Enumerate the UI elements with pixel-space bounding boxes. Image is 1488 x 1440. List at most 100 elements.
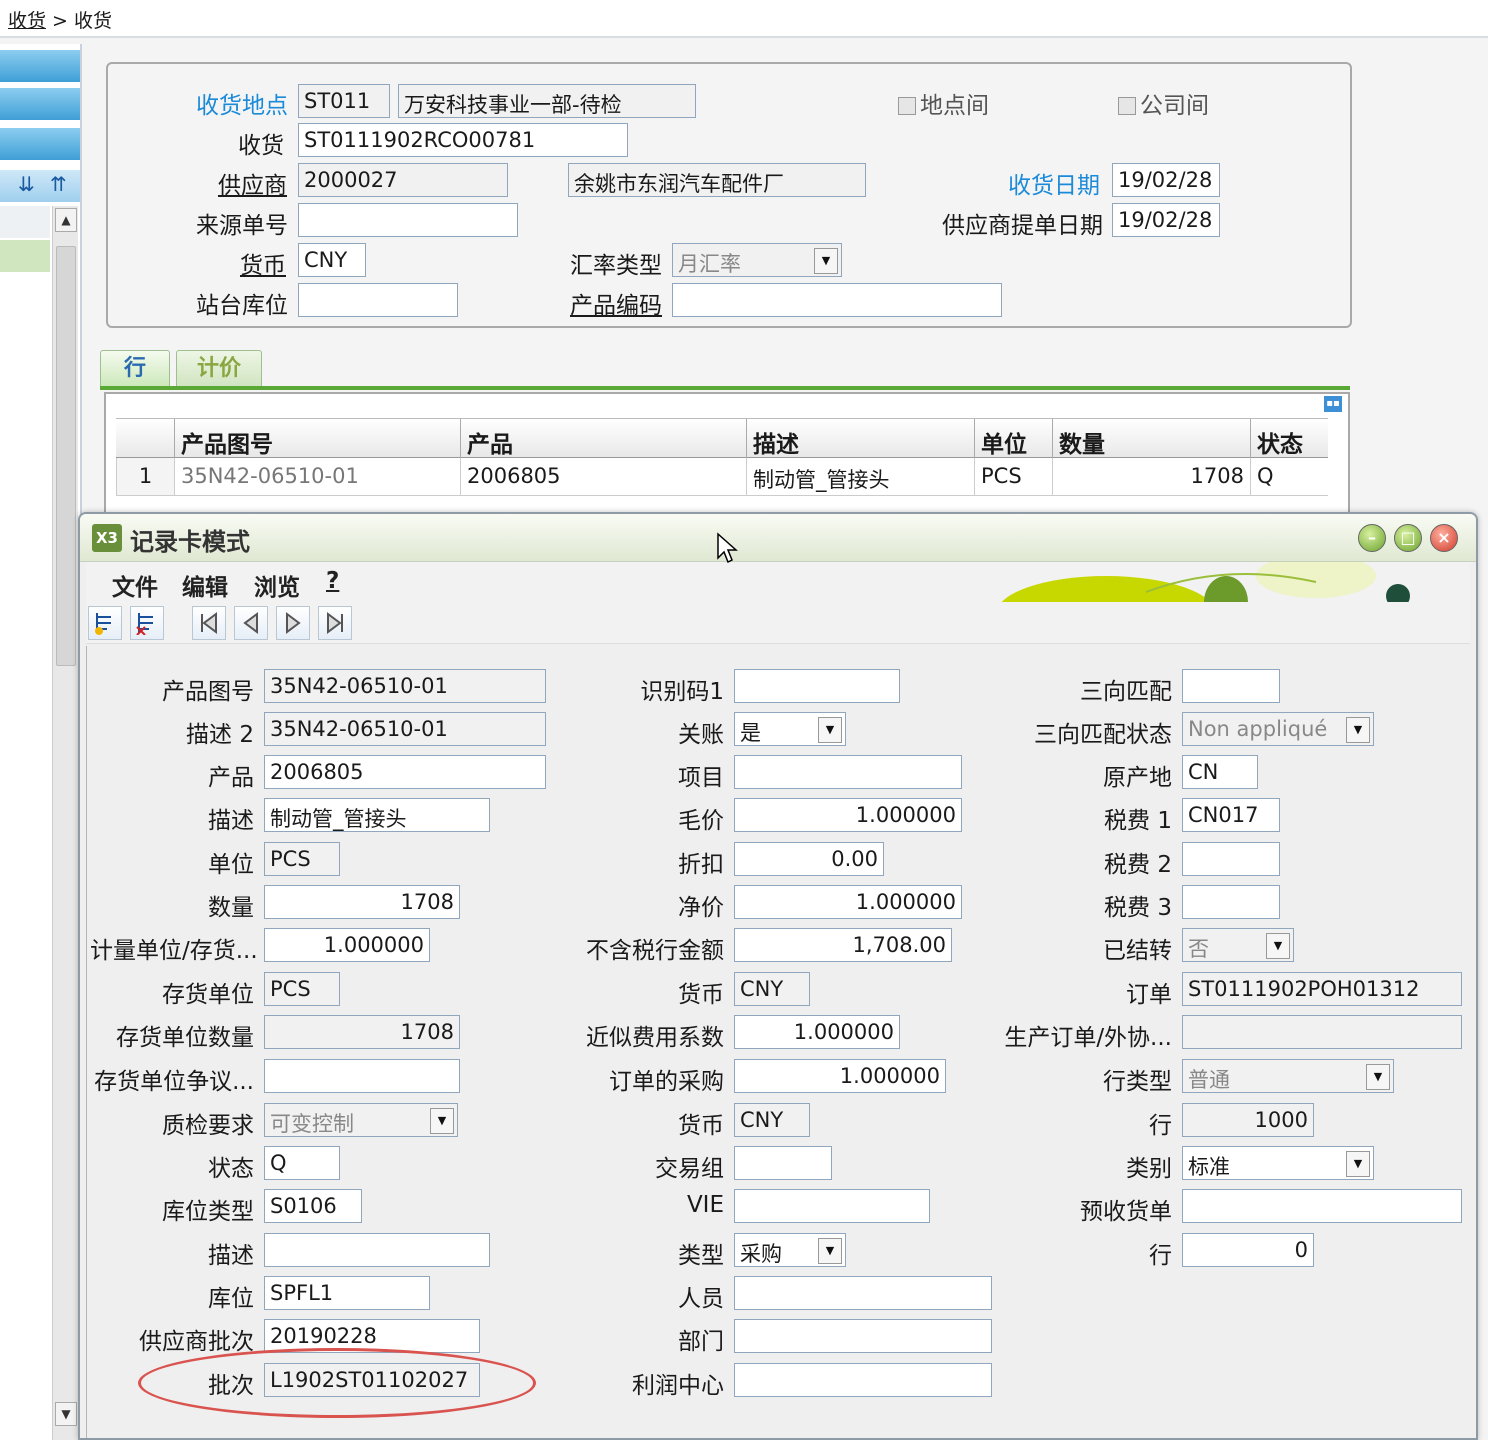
collapse-all-icon[interactable]: ⇈	[50, 172, 67, 196]
pre-receipt-field[interactable]	[1182, 1189, 1462, 1223]
tax2-field[interactable]	[1182, 842, 1280, 876]
stock-unit-dispute-field[interactable]	[264, 1059, 460, 1093]
chevron-down-icon[interactable]: ▼	[1346, 717, 1370, 743]
description-field[interactable]: 制动管_管接头	[264, 798, 490, 832]
chevron-down-icon[interactable]: ▼	[814, 248, 838, 274]
scroll-thumb[interactable]	[56, 246, 76, 666]
grid-header-product[interactable]: 产品	[460, 419, 746, 459]
last-record-icon[interactable]	[318, 606, 352, 640]
tab-lines[interactable]: 行	[100, 350, 170, 388]
tax1-field[interactable]: CN017	[1182, 798, 1280, 832]
product-code-label[interactable]: 产品编码	[570, 286, 662, 320]
intercompany-checkbox[interactable]: 公司间	[1118, 86, 1209, 120]
table-cell-status[interactable]: Q	[1250, 458, 1328, 496]
sidebar-section-bar[interactable]	[0, 50, 80, 84]
line-number-field[interactable]: 1000	[1182, 1103, 1314, 1137]
grid-header-description[interactable]: 描述	[746, 419, 974, 459]
previous-record-icon[interactable]	[234, 606, 268, 640]
origin-field[interactable]: CN	[1182, 755, 1258, 789]
supplier-bl-date-field[interactable]: 19/02/28	[1112, 203, 1220, 237]
menu-edit[interactable]: 编辑	[182, 568, 228, 602]
maximize-icon[interactable]: □	[1394, 524, 1422, 552]
order-field[interactable]: ST0111902POH01312	[1182, 972, 1462, 1006]
cost-coefficient-field[interactable]: 1.000000	[734, 1015, 900, 1049]
product-field[interactable]: 2006805	[264, 755, 546, 789]
supplier-code-field[interactable]: 2000027	[298, 163, 508, 197]
table-cell-drawing[interactable]: 35N42-06510-01	[174, 458, 460, 496]
currency-field[interactable]: CNY	[734, 1103, 810, 1137]
table-cell-product[interactable]: 2006805	[460, 458, 746, 496]
location-description-field[interactable]	[264, 1233, 490, 1267]
chevron-down-icon[interactable]: ▼	[430, 1108, 454, 1134]
product-code-field[interactable]	[672, 283, 1002, 317]
table-cell-quantity[interactable]: 1708	[1052, 458, 1250, 496]
chevron-down-icon[interactable]: ▼	[1266, 933, 1290, 959]
identifier1-field[interactable]	[734, 669, 900, 703]
station-location-field[interactable]	[298, 283, 458, 317]
project-field[interactable]	[734, 755, 962, 789]
close-icon[interactable]: ×	[1430, 524, 1458, 552]
tax3-field[interactable]	[1182, 885, 1280, 919]
supplier-label[interactable]: 供应商	[218, 166, 287, 200]
breadcrumb-link-receiving[interactable]: 收货	[8, 10, 46, 32]
menu-browse[interactable]: 浏览	[254, 568, 300, 602]
vie-field[interactable]	[734, 1189, 930, 1223]
department-field[interactable]	[734, 1319, 992, 1353]
chevron-down-icon[interactable]: ▼	[1346, 1151, 1370, 1177]
profit-center-field[interactable]	[734, 1363, 992, 1397]
three-way-match-field[interactable]	[1182, 669, 1280, 703]
grid-header-drawing[interactable]: 产品图号	[174, 419, 460, 459]
lot-field[interactable]: L1902ST01102027	[264, 1363, 480, 1397]
checkbox-box[interactable]	[1118, 97, 1136, 115]
gross-price-field[interactable]: 1.000000	[734, 798, 962, 832]
menu-file[interactable]: 文件	[112, 568, 158, 602]
drawing-number-field[interactable]: 35N42-06510-01	[264, 669, 546, 703]
tab-pricing[interactable]: 计价	[176, 350, 262, 388]
uom-conversion-field[interactable]: 1.000000	[264, 928, 430, 962]
personnel-field[interactable]	[734, 1276, 992, 1310]
table-cell-description[interactable]: 制动管_管接头	[746, 458, 974, 496]
pre-receipt-line-field[interactable]: 0	[1182, 1233, 1314, 1267]
stock-unit-qty-field[interactable]: 1708	[264, 1015, 460, 1049]
intersite-checkbox[interactable]: 地点间	[898, 86, 989, 120]
sidebar-scrollbar[interactable]: ▲ ▼	[52, 206, 78, 1440]
line-type-select[interactable]: 普通	[1182, 1059, 1394, 1093]
qc-requirement-select[interactable]: 可变控制	[264, 1103, 458, 1137]
net-price-field[interactable]: 1.000000	[734, 885, 962, 919]
table-cell-unit[interactable]: PCS	[974, 458, 1052, 496]
chevron-down-icon[interactable]: ▼	[1366, 1064, 1390, 1090]
checkbox-box[interactable]	[898, 97, 916, 115]
receipt-number-field[interactable]: ST0111902RCO00781	[298, 123, 628, 157]
table-row-index[interactable]: 1	[116, 458, 174, 496]
unit-field[interactable]: PCS	[264, 842, 340, 876]
quantity-field[interactable]: 1708	[264, 885, 460, 919]
description2-field[interactable]: 35N42-06510-01	[264, 712, 546, 746]
location-type-field[interactable]: S0106	[264, 1189, 362, 1223]
location-field[interactable]: SPFL1	[264, 1276, 430, 1310]
trade-group-field[interactable]	[734, 1146, 832, 1180]
window-titlebar[interactable]: X3 记录卡模式 – □ ×	[80, 514, 1476, 562]
status-field[interactable]: Q	[264, 1146, 340, 1180]
site-code-field[interactable]: ST011	[298, 84, 390, 118]
line-amount-excl-tax-field[interactable]: 1,708.00	[734, 928, 952, 962]
list-item-selected[interactable]	[0, 240, 50, 273]
production-order-field[interactable]	[1182, 1015, 1462, 1049]
stock-unit-field[interactable]: PCS	[264, 972, 340, 1006]
grid-options-icon[interactable]: ▪▪	[1324, 396, 1342, 412]
receipt-date-field[interactable]: 19/02/28	[1112, 163, 1220, 197]
supplier-lot-field[interactable]: 20190228	[264, 1319, 480, 1353]
delete-line-icon[interactable]	[130, 606, 164, 640]
scroll-down-icon[interactable]: ▼	[55, 1402, 77, 1426]
grid-header-quantity[interactable]: 数量	[1052, 419, 1250, 459]
first-record-icon[interactable]	[192, 606, 226, 640]
sidebar-section-bar[interactable]	[0, 128, 80, 162]
sidebar-section-bar[interactable]	[0, 88, 80, 122]
currency-label[interactable]: 货币	[240, 246, 286, 280]
site-label[interactable]: 收货地点	[196, 86, 288, 120]
source-doc-field[interactable]	[298, 203, 518, 237]
minimize-icon[interactable]: –	[1358, 524, 1386, 552]
grid-header-unit[interactable]: 单位	[974, 419, 1052, 459]
scroll-up-icon[interactable]: ▲	[55, 208, 77, 232]
currency-field[interactable]: CNY	[734, 972, 810, 1006]
menu-help[interactable]: ?	[326, 568, 339, 594]
